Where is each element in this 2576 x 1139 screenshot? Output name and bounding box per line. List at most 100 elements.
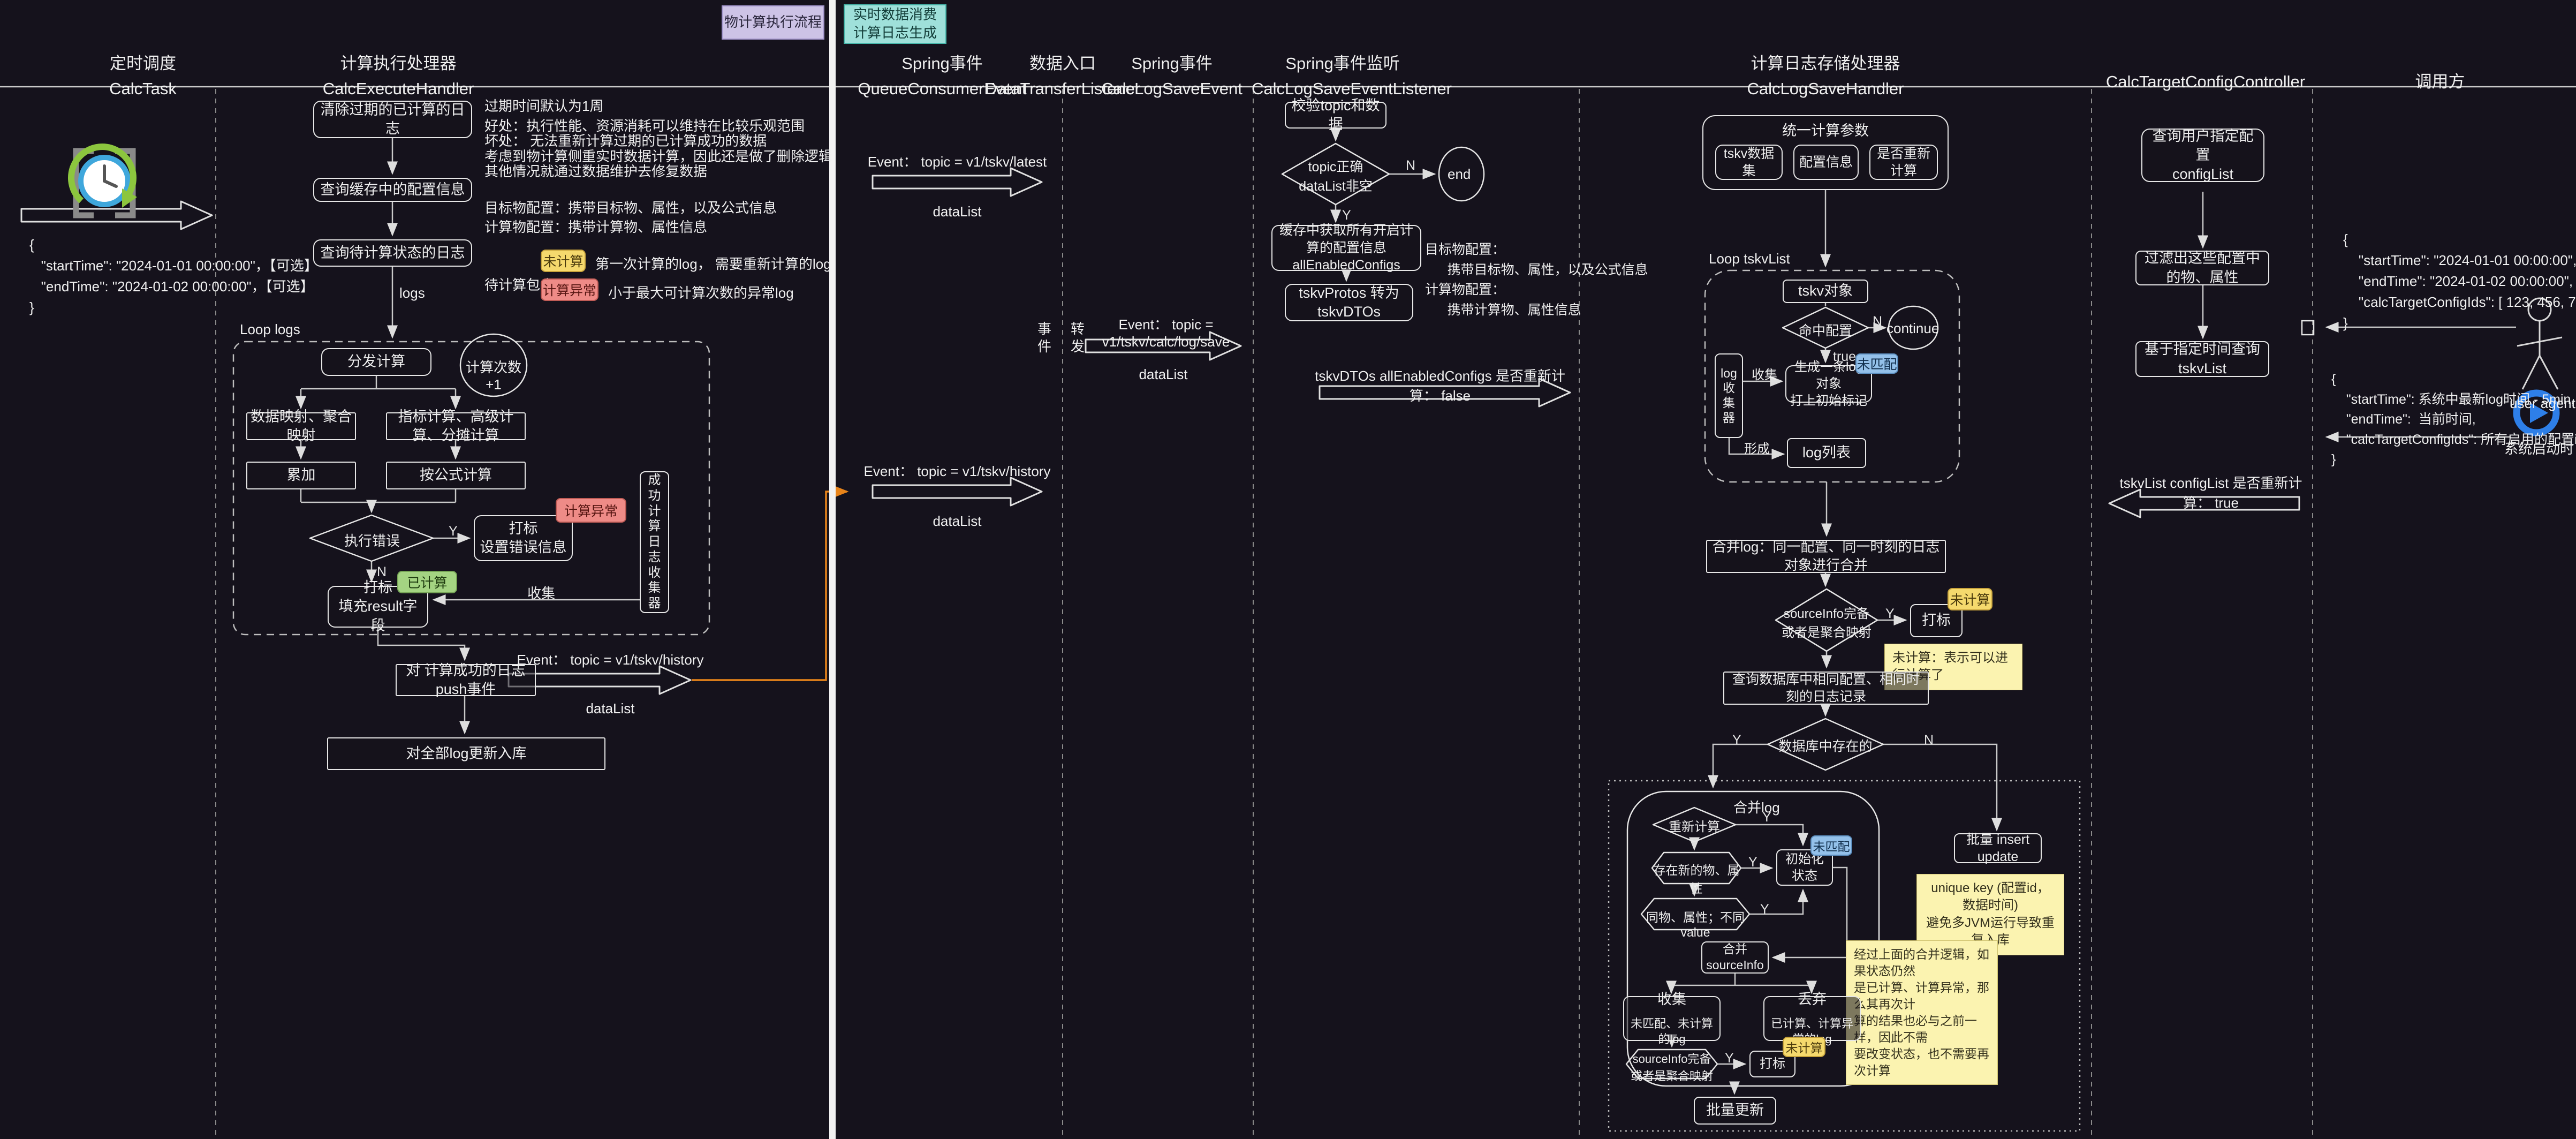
- node-tskv-object: tskv对象: [1783, 280, 1868, 303]
- label-n-listener: N: [1406, 158, 1415, 174]
- node-continue-label: continue: [1886, 320, 1939, 337]
- note-calc-config: 计算物配置：携带计算物、属性信息: [484, 216, 707, 236]
- badge-uncalculated: 未计算: [541, 250, 586, 272]
- node-query-user-config: 查询用户指定配置 configList: [2141, 129, 2264, 182]
- node-collect-logs: 收集 未匹配、未计算的log: [1623, 996, 1721, 1041]
- badge-unmatched: 未匹配: [1855, 353, 1898, 374]
- node-batch-update: 批量更新: [1694, 1097, 1776, 1125]
- node-data-mapping: 数据映射、聚合映射: [246, 412, 356, 440]
- node-log-list: log列表: [1787, 438, 1866, 468]
- lane-header-save-event: Spring事件 CalcLogSaveEvent: [1081, 51, 1263, 101]
- diagram-canvas: 物计算执行流程 实时数据消费 计算日志生成 定时调度 CalcTask 计算执行…: [0, 0, 2576, 1139]
- discard-title: 丢弃: [1798, 990, 1827, 1009]
- node-same-diff-label: 同物、属性；不同value: [1641, 907, 1749, 940]
- lane-header-calctask: 定时调度 CalcTask: [52, 51, 234, 101]
- node-accumulate: 累加: [246, 462, 356, 489]
- collect-sub: 未匹配、未计算的log: [1625, 1016, 1718, 1047]
- badge-unmatched-2: 未匹配: [1810, 835, 1852, 856]
- label-on-start: 系统启动时: [2504, 438, 2574, 458]
- node-merge-sourceinfo: 合并 sourceInfo: [1701, 941, 1769, 974]
- node-db-exists-label: 数据库中存在的: [1777, 736, 1874, 755]
- event-push-history-param: dataList: [557, 700, 664, 717]
- note-target-config: 目标物配置：携带目标物、属性，以及公式信息: [484, 197, 777, 217]
- label-y-exec: Y: [449, 524, 458, 539]
- event-save-param: dataList: [1110, 366, 1217, 383]
- clock-schedule-icon: [71, 147, 137, 215]
- node-src-complete2-label: sourceInfo完备 或者是聚合映射: [1627, 1050, 1716, 1084]
- label-y-samediff: Y: [1760, 902, 1769, 917]
- node-filter-config: 过滤出这些配置中的物、属性: [2135, 251, 2269, 285]
- badge-calc-error: 计算异常: [541, 278, 598, 301]
- label-loop-tskvlist: Loop tskvList: [1709, 251, 1790, 267]
- node-validate-topic: 校验topic和数据: [1285, 102, 1387, 129]
- node-query-cached-config: 查询缓存中的配置信息: [313, 178, 472, 202]
- lane-header-save-handler: 计算日志存储处理器 CalcLogSaveHandler: [1734, 51, 1916, 101]
- node-success-log-collector: 成 功 计 算 日 志 收 集 器: [640, 471, 669, 613]
- node-log-collector: log 收 集 器: [1715, 353, 1743, 438]
- label-collect: 收集: [527, 583, 555, 602]
- label-y-src: Y: [1885, 606, 1895, 622]
- node-push-event: 对 计算成功的日志 push事件: [396, 664, 536, 696]
- config-out-params: tskvList configList 是否重新计算： true: [2109, 472, 2313, 512]
- node-update-all-logs: 对全部log更新入库: [327, 737, 605, 770]
- label-y-listener: Y: [1342, 208, 1351, 223]
- node-dispatch-calc: 分发计算: [321, 348, 431, 376]
- calctask-request-note: { "startTime": "2024-01-01 00:00:00"，【可选…: [29, 235, 318, 318]
- event-push-history-title: Event： topic = v1/tskv/history: [503, 649, 717, 669]
- node-query-pending-logs: 查询待计算状态的日志: [313, 239, 472, 267]
- note-other: 其他情况就通过数据维护去修复数据: [484, 161, 707, 180]
- label-y-src2: Y: [1725, 1051, 1734, 1066]
- node-calc-count: 计算次数 +1: [456, 357, 531, 393]
- node-topic-ok-label: topic正确 dataList非空: [1293, 156, 1378, 195]
- badge-uncalc-mark1: 未计算: [1948, 588, 1992, 610]
- event-save-title: Event： topic = v1/tskv/calc/log/save: [1059, 314, 1273, 350]
- collect-title: 收集: [1657, 990, 1686, 1009]
- node-merge-log: 合并log：同一配置、同一时刻的日志对象进行合并: [1706, 540, 1946, 573]
- badge-calc-error-2: 计算异常: [556, 498, 626, 523]
- node-batch-insert-update: 批量 insert update: [1954, 833, 2042, 863]
- node-end-label: end: [1448, 166, 1471, 183]
- event-history-param: dataList: [904, 513, 1011, 530]
- node-get-enabled-configs: 缓存中获取所有开启计算的配置信息 allEnabledConfigs: [1271, 225, 1421, 271]
- lifelines: [216, 89, 2313, 1139]
- caller-request-note-1: { "startTime": "2024-01-01 00:00:00", "e…: [2343, 229, 2576, 334]
- label-collect-2: 收集: [1752, 364, 1777, 383]
- label-n-exec: N: [377, 564, 387, 580]
- note-error-desc: 小于最大可计算次数的异常log: [608, 282, 794, 302]
- label-n-hit: N: [1873, 314, 1882, 329]
- node-new-things-label: 存在新的物、属性: [1652, 860, 1741, 896]
- node-param-tskv-dataset: tskv数据集: [1715, 145, 1783, 180]
- unify-title: 统一计算参数: [1782, 122, 1869, 140]
- node-param-recalc: 是否重新计算: [1869, 145, 1938, 180]
- node-src-complete-label: sourceInfo完备 或者是聚合映射: [1778, 603, 1875, 640]
- node-metric-calc: 指标计算、高级计算、分摊计算: [386, 412, 526, 440]
- node-recalc-label: 重新计算: [1662, 816, 1726, 835]
- label-forward-1: 事 件: [1037, 320, 1051, 355]
- node-hit-config-label: 命中配置: [1791, 320, 1860, 340]
- label-logs: logs: [399, 285, 425, 301]
- label-loop-logs: Loop logs: [240, 321, 300, 338]
- label-merge-log-container: 合并log: [1733, 797, 1780, 817]
- lane-header-exec: 计算执行处理器 CalcExecuteHandler: [307, 51, 489, 101]
- event-latest-title: Event： topic = v1/tskv/latest: [855, 151, 1059, 171]
- node-exec-error-label: 执行错误: [343, 530, 401, 550]
- event-history-title: Event： topic = v1/tskv/history: [855, 461, 1059, 480]
- label-form: 形成: [1744, 438, 1770, 457]
- label-y-newthings: Y: [1748, 855, 1757, 870]
- lane-header-listener: Spring事件监听 CalcLogSaveEventListener: [1252, 51, 1434, 101]
- note-uncalc-desc: 第一次计算的log， 需要重新计算的log: [595, 253, 831, 273]
- label-y-db: Y: [1732, 733, 1741, 748]
- note-expire: 过期时间默认为1周: [484, 95, 603, 115]
- legend-realtime: 实时数据消费 计算日志生成: [844, 4, 946, 44]
- event-latest-param: dataList: [904, 203, 1011, 220]
- listener-out-params: tskvDTOs allEnabledConfigs 是否重新计算： false: [1306, 365, 1574, 405]
- lane-header-config-controller: CalcTargetConfigController: [2098, 70, 2313, 95]
- node-query-db-logs: 查询数据库中相同配置、相同时刻的日志记录: [1723, 672, 1929, 705]
- node-param-config-info: 配置信息: [1793, 145, 1859, 180]
- lane-header-caller: 调用方: [2386, 70, 2494, 95]
- node-query-by-time: 基于指定时间查询 tskvList: [2135, 341, 2269, 377]
- label-n-db: N: [1924, 733, 1934, 748]
- node-formula-calc: 按公式计算: [386, 462, 526, 489]
- badge-uncalc-mark2: 未计算: [1783, 1037, 1825, 1057]
- legend-flow: 物计算执行流程: [722, 5, 824, 40]
